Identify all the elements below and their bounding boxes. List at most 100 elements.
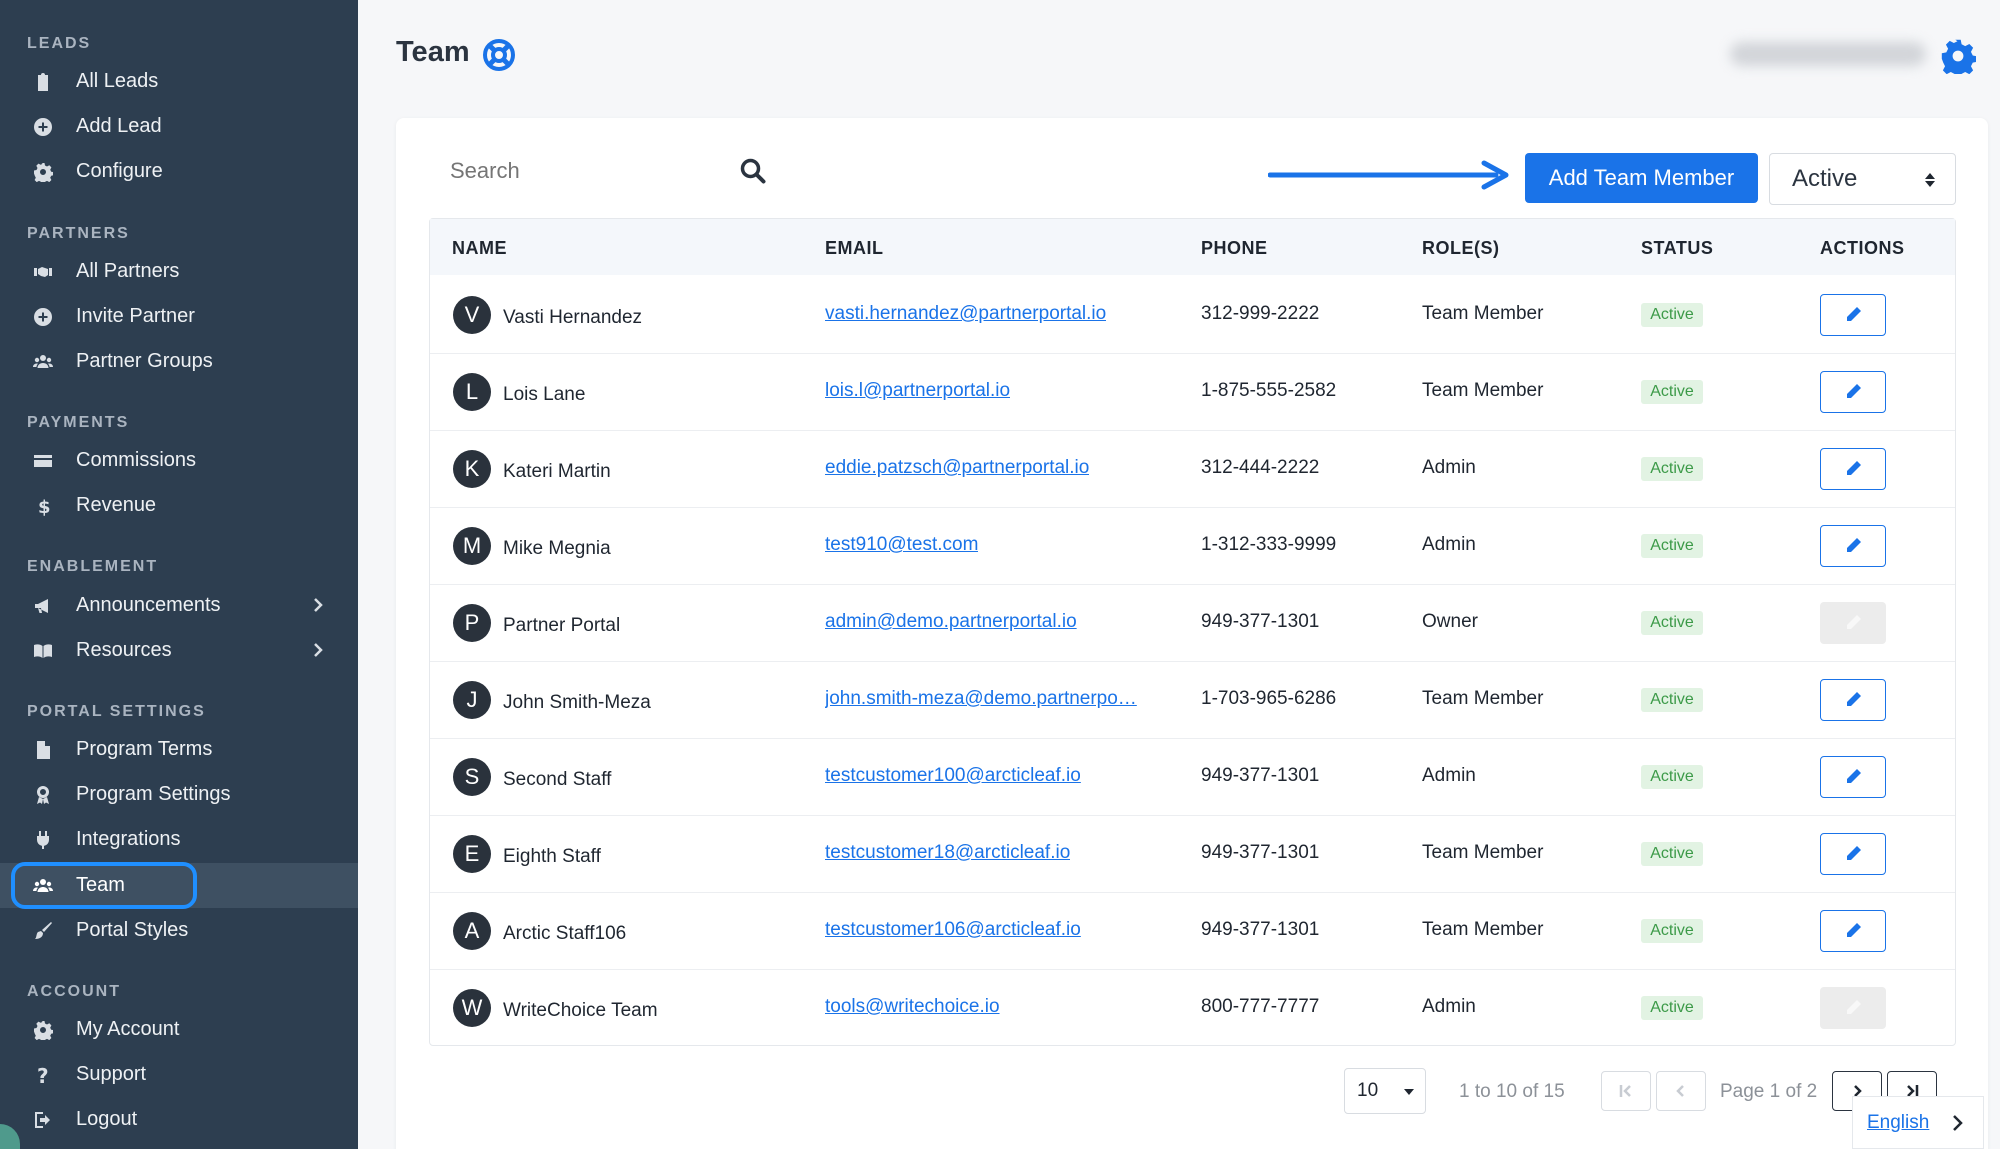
member-email-link[interactable]: testcustomer18@arcticleaf.io — [825, 842, 1070, 864]
table-row — [430, 662, 1955, 739]
member-email-link[interactable]: testcustomer100@arcticleaf.io — [825, 765, 1081, 787]
edit-button — [1820, 602, 1886, 644]
edit-button[interactable] — [1820, 910, 1886, 952]
page-label: Page 1 of 2 — [1720, 1081, 1818, 1102]
gear-icon — [30, 1017, 56, 1043]
member-role: Team Member — [1422, 919, 1544, 940]
sidebar-item-label: Program Settings — [76, 783, 231, 805]
column-header-name[interactable]: NAME — [452, 238, 507, 259]
status-badge: Active — [1641, 380, 1703, 404]
edit-button[interactable] — [1820, 756, 1886, 798]
member-email-link[interactable]: eddie.patzsch@partnerportal.io — [825, 457, 1089, 479]
sidebar-item-announcements[interactable]: Announcements — [0, 583, 358, 628]
member-name: WriteChoice Team — [503, 1000, 658, 1021]
handshake-icon — [30, 259, 56, 285]
add-team-member-button[interactable]: Add Team Member — [1525, 153, 1758, 203]
page-size-select[interactable]: 10 — [1344, 1068, 1426, 1114]
edit-button[interactable] — [1820, 448, 1886, 490]
lifebuoy-icon[interactable] — [482, 38, 516, 72]
member-email-link[interactable]: john.smith-meza@demo.partnerpo… — [825, 688, 1137, 710]
member-role: Team Member — [1422, 688, 1544, 709]
member-email-link[interactable]: tools@writechoice.io — [825, 996, 1000, 1018]
file-icon — [30, 737, 56, 763]
sidebar-item-program-settings[interactable]: Program Settings — [0, 772, 358, 817]
settings-gear-icon[interactable] — [1940, 38, 1976, 74]
pencil-icon — [1847, 846, 1861, 860]
sidebar-item-integrations[interactable]: Integrations — [0, 817, 358, 862]
sidebar-item-partner-groups[interactable]: Partner Groups — [0, 339, 358, 384]
page-size-value: 10 — [1357, 1080, 1379, 1101]
sidebar-item-all-leads[interactable]: All Leads — [0, 59, 358, 104]
sidebar-item-commissions[interactable]: Commissions — [0, 438, 358, 483]
section-payments: PAYMENTS — [27, 414, 130, 431]
pencil-icon — [1847, 538, 1861, 552]
sidebar-item-my-account[interactable]: My Account — [0, 1007, 358, 1052]
member-phone: 949-377-1301 — [1201, 611, 1320, 632]
member-name: Partner Portal — [503, 615, 621, 636]
member-phone: 1-875-555-2582 — [1201, 380, 1337, 401]
sidebar-item-logout[interactable]: Logout — [0, 1097, 358, 1142]
edit-button[interactable] — [1820, 833, 1886, 875]
search-input[interactable] — [450, 158, 710, 184]
status-filter-select[interactable]: Active — [1769, 153, 1956, 205]
member-email-link[interactable]: testcustomer106@arcticleaf.io — [825, 919, 1081, 941]
table-row — [430, 893, 1955, 970]
avatar: E — [453, 835, 491, 873]
sidebar-item-add-lead[interactable]: Add Lead — [0, 104, 358, 149]
previous-page-button[interactable] — [1656, 1071, 1706, 1111]
column-header-email[interactable]: EMAIL — [825, 238, 884, 259]
table-row — [430, 970, 1955, 1047]
section-portal-settings: PORTAL SETTINGS — [27, 703, 206, 720]
sidebar-item-program-terms[interactable]: Program Terms — [0, 727, 358, 772]
user-name-blurred — [1730, 42, 1926, 66]
sidebar-item-resources[interactable]: Resources — [0, 628, 358, 673]
member-phone: 800-777-7777 — [1201, 996, 1320, 1017]
column-header-actions: ACTIONS — [1820, 238, 1905, 258]
sidebar-item-portal-styles[interactable]: Portal Styles — [0, 908, 358, 953]
member-email-link[interactable]: lois.l@partnerportal.io — [825, 380, 1010, 402]
column-header-roles[interactable]: ROLE(S) — [1422, 238, 1500, 259]
users-icon — [30, 349, 56, 375]
table-row — [430, 739, 1955, 816]
question-icon: ? — [30, 1062, 56, 1088]
column-header-status[interactable]: STATUS — [1641, 238, 1713, 259]
chevron-down-icon — [1404, 1089, 1414, 1095]
first-page-button[interactable] — [1601, 1071, 1651, 1111]
table-row — [430, 431, 1955, 508]
sidebar-item-all-partners[interactable]: All Partners — [0, 249, 358, 294]
sidebar-item-configure[interactable]: Configure — [0, 149, 358, 194]
status-badge: Active — [1641, 303, 1703, 327]
member-phone: 949-377-1301 — [1201, 765, 1320, 786]
gear-icon — [30, 159, 56, 185]
member-email-link[interactable]: admin@demo.partnerportal.io — [825, 611, 1077, 633]
pencil-icon — [1847, 692, 1861, 706]
status-badge: Active — [1641, 688, 1703, 712]
member-role: Team Member — [1422, 380, 1544, 401]
edit-button[interactable] — [1820, 294, 1886, 336]
pencil-icon — [1847, 615, 1861, 629]
logout-icon — [30, 1107, 56, 1133]
arrow-annotation-icon — [1268, 160, 1509, 190]
status-badge: Active — [1641, 457, 1703, 481]
sidebar-item-support[interactable]: ? Support — [0, 1052, 358, 1097]
column-header-phone[interactable]: PHONE — [1201, 238, 1268, 259]
edit-button[interactable] — [1820, 371, 1886, 413]
member-email-link[interactable]: vasti.hernandez@partnerportal.io — [825, 303, 1106, 325]
language-selector[interactable]: English — [1852, 1096, 1984, 1149]
plus-circle-icon — [30, 114, 56, 140]
svg-text:?: ? — [37, 1065, 49, 1085]
sidebar-item-label: Portal Styles — [76, 919, 189, 941]
edit-button[interactable] — [1820, 679, 1886, 721]
member-email-link[interactable]: test910@test.com — [825, 534, 978, 556]
member-name: Vasti Hernandez — [503, 307, 643, 328]
pencil-icon — [1847, 923, 1861, 937]
status-badge: Active — [1641, 842, 1703, 866]
search-icon[interactable] — [740, 158, 766, 184]
sidebar-item-revenue[interactable]: $ Revenue — [0, 483, 358, 528]
sidebar-item-invite-partner[interactable]: Invite Partner — [0, 294, 358, 339]
status-badge: Active — [1641, 611, 1703, 635]
edit-button[interactable] — [1820, 525, 1886, 567]
member-name: Kateri Martin — [503, 461, 611, 482]
avatar: S — [453, 758, 491, 796]
status-badge: Active — [1641, 996, 1703, 1020]
